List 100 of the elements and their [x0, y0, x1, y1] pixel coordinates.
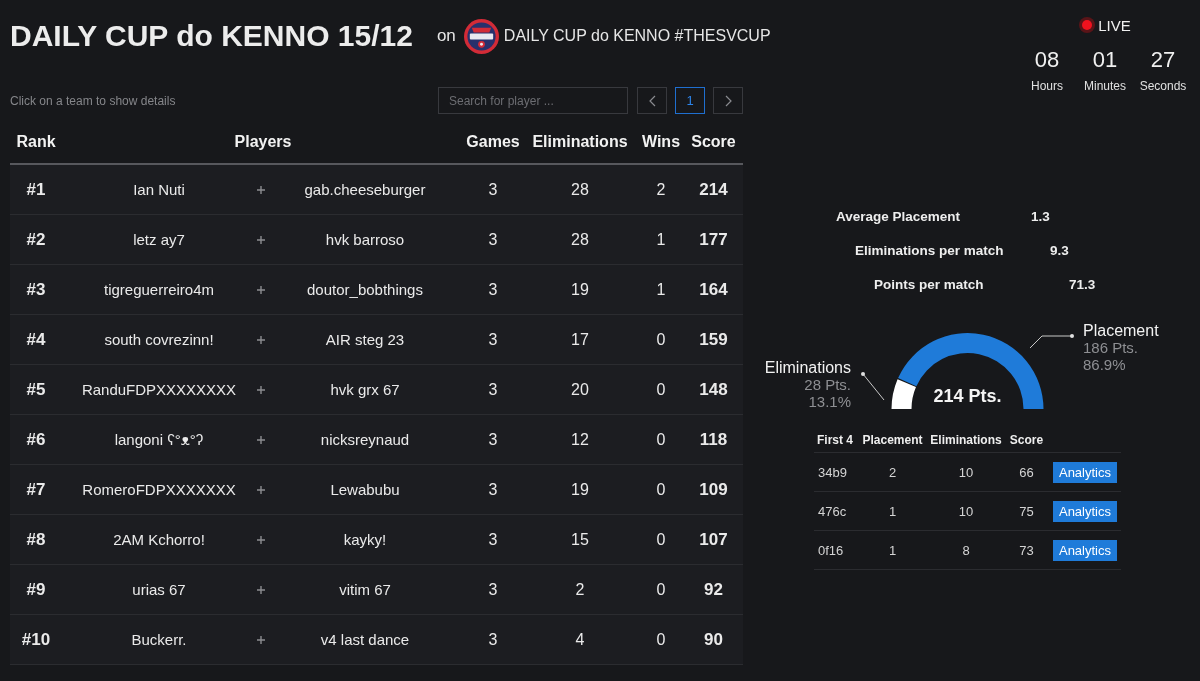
- eliminations-value: 15: [571, 530, 589, 549]
- on-label: on: [436, 26, 456, 46]
- games-value: 3: [488, 630, 498, 649]
- analytics-button[interactable]: Analytics: [1052, 500, 1117, 522]
- next-page-button[interactable]: [713, 87, 743, 114]
- games-value: 3: [488, 580, 498, 599]
- eliminations-value: 17: [571, 330, 589, 349]
- plus-icon: [257, 585, 265, 594]
- games-value: 3: [488, 180, 498, 199]
- eliminations-value: 28: [571, 180, 589, 199]
- score-value: 92: [704, 579, 723, 600]
- score-value: 214: [699, 179, 728, 200]
- countdown-unit: Seconds: [1139, 78, 1187, 94]
- eliminations-value: 10: [958, 503, 974, 519]
- wins-value: 0: [656, 380, 666, 399]
- games-value: 3: [488, 380, 498, 399]
- emblem-icon: [463, 18, 499, 54]
- wins-value: 0: [656, 330, 666, 349]
- plus-icon: [257, 235, 265, 244]
- countdown-unit: Minutes: [1084, 78, 1126, 94]
- plus-icon: [257, 485, 265, 494]
- eliminations-value: 28: [571, 230, 589, 249]
- rank-text: #10: [21, 629, 51, 650]
- team-row[interactable]: #1 Ian Nuti gab.cheeseburger 3 28 2 214: [10, 165, 743, 215]
- stat-label: Eliminations per match: [855, 242, 1004, 258]
- wins-value: 0: [656, 530, 666, 549]
- organizer-link[interactable]: DAILY CUP do KENNO #THESVCUP: [503, 27, 771, 45]
- plus-icon: [257, 185, 265, 194]
- column-header: Score: [691, 133, 736, 151]
- plus-icon: [257, 285, 265, 294]
- player-name: Lewabubu: [330, 481, 400, 498]
- segment-label: Placement: [1083, 321, 1159, 339]
- column-header: Placement: [862, 433, 923, 447]
- leader-line: [861, 372, 885, 401]
- team-row[interactable]: #5 RanduFDPXXXXXXXX hvk grx 67 3 20 0 148: [10, 365, 743, 415]
- player-name: RanduFDPXXXXXXXX: [81, 381, 237, 398]
- player-name: 2AM Kchorro!: [113, 531, 205, 548]
- countdown-value: 01: [1092, 46, 1118, 74]
- page-button[interactable]: 1: [675, 87, 705, 114]
- rank-text: #3: [26, 279, 46, 300]
- games-value: 3: [488, 280, 498, 299]
- team-row[interactable]: #9 urias 67 vitim 67 3 2 0 92: [10, 565, 743, 615]
- wins-value: 1: [656, 230, 666, 249]
- previous-page-button[interactable]: [637, 87, 667, 114]
- score-value: 118: [699, 429, 728, 450]
- team-row[interactable]: #8 2AM Kchorro! kayky! 3 15 0 107: [10, 515, 743, 565]
- player-name: letz ay7: [133, 231, 185, 248]
- countdown-value: 08: [1034, 46, 1060, 74]
- eliminations-value: 20: [571, 380, 589, 399]
- column-header: Players: [234, 133, 292, 151]
- live-label: LIVE: [1098, 16, 1131, 34]
- analytics-button[interactable]: Analytics: [1052, 461, 1117, 483]
- column-header: Eliminations: [532, 133, 628, 151]
- live-dot-icon: [1079, 17, 1096, 33]
- score-value: 109: [699, 479, 728, 500]
- games-value: 3: [488, 430, 498, 449]
- player-name: nicksreynaud: [320, 431, 410, 448]
- team-row[interactable]: #3 tigreguerreiro4m doutor_bobthings 3 19 1 164: [10, 265, 743, 315]
- score-value: 90: [704, 629, 723, 650]
- rank-text: #7: [26, 479, 46, 500]
- rank-text: #5: [26, 379, 46, 400]
- wins-value: 0: [656, 430, 666, 449]
- player-name: doutor_bobthings: [307, 281, 423, 298]
- segment-points: 28 Pts.: [804, 375, 851, 393]
- segment-label: Eliminations: [764, 358, 851, 376]
- score-value: 164: [699, 279, 728, 300]
- games-value: 3: [488, 230, 498, 249]
- score-value: 159: [699, 329, 728, 350]
- leader-line: [1029, 334, 1074, 349]
- segment-percent: 13.1%: [808, 392, 851, 410]
- player-name: RomeroFDPXXXXXXX: [82, 481, 236, 498]
- match-id: 34b9: [818, 464, 847, 480]
- eliminations-value: 10: [958, 464, 974, 480]
- column-header: Games: [466, 133, 520, 151]
- team-row[interactable]: #7 RomeroFDPXXXXXXX Lewabubu 3 19 0 109: [10, 465, 743, 515]
- games-value: 3: [488, 330, 498, 349]
- player-name: hvk grx 67: [330, 381, 400, 398]
- countdown-unit: Hours: [1031, 78, 1063, 94]
- score-value: 177: [699, 229, 728, 250]
- games-value: 3: [488, 530, 498, 549]
- match-id: 476c: [818, 503, 847, 519]
- column-header: Rank: [16, 133, 56, 151]
- analytics-button[interactable]: Analytics: [1052, 539, 1117, 561]
- rank-text: #1: [26, 179, 46, 200]
- team-row[interactable]: #6 langoni ʕ°ᴥ°ʔ nicksreynaud 3 12 0 118: [10, 415, 743, 465]
- countdown-value: 27: [1150, 46, 1176, 74]
- team-row[interactable]: #2 letz ay7 hvk barroso 3 28 1 177: [10, 215, 743, 265]
- wins-value: 0: [656, 480, 666, 499]
- column-header: Wins: [641, 133, 681, 151]
- page-title: DAILY CUP do KENNO 15/12: [10, 18, 413, 54]
- score-value: 73: [1019, 542, 1034, 558]
- plus-icon: [257, 435, 265, 444]
- stat-value: 1.3: [1031, 208, 1050, 224]
- team-row[interactable]: #4 south covrezinn! AIR steg 23 3 17 0 159: [10, 315, 743, 365]
- team-row[interactable]: #10 Buckerr. v4 last dance 3 4 0 90: [10, 615, 743, 665]
- score-value: 148: [699, 379, 728, 400]
- search-field[interactable]: Search for player ...: [438, 87, 628, 114]
- plus-icon: [257, 335, 265, 344]
- rank-text: #2: [26, 229, 46, 250]
- eliminations-value: 19: [571, 480, 589, 499]
